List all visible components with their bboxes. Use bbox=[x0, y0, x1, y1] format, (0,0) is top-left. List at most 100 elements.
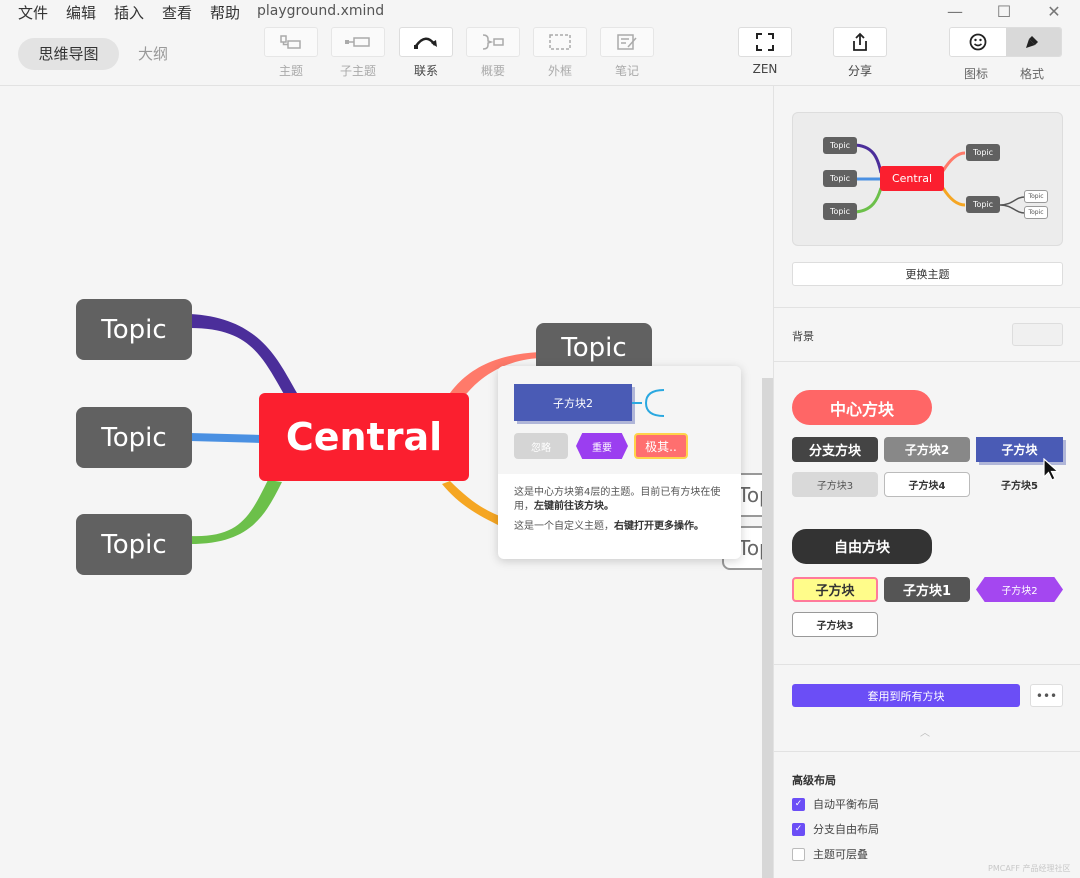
chip-critical: 极其.. bbox=[634, 433, 688, 459]
format-label: 格式 bbox=[1020, 67, 1045, 81]
tab-mindmap[interactable]: 思维导图 bbox=[18, 38, 119, 70]
stackable-label: 主题可层叠 bbox=[813, 848, 868, 861]
branch-line-mid-left bbox=[190, 433, 262, 443]
check-icon[interactable]: ✓ bbox=[792, 822, 805, 836]
preview-subtopic-1: Topic bbox=[1024, 190, 1048, 203]
tooltip-description: 这是中心方块第4层的主题。目前已有方块在使用，左键前往该方块。 这是一个自定义主… bbox=[498, 474, 741, 534]
menu-file[interactable]: 文件 bbox=[18, 2, 48, 23]
desc2-bold: 右键打开更多操作。 bbox=[614, 521, 704, 532]
menu-bar: 文件 编辑 插入 查看 帮助 playground.xmind — ☐ ✕ bbox=[0, 0, 1080, 24]
desc2-text: 这是一个自定义主题， bbox=[514, 521, 614, 532]
icons-tab[interactable] bbox=[950, 28, 1006, 56]
topic-left-1[interactable]: Topic bbox=[76, 299, 192, 360]
subtopic-icon bbox=[345, 37, 370, 47]
sub-block-4-style[interactable]: 子方块4 bbox=[884, 472, 970, 497]
branch-line-top-left bbox=[190, 314, 300, 398]
relationship-icon bbox=[414, 37, 437, 49]
free-sub-block-1-style[interactable]: 子方块1 bbox=[884, 577, 970, 602]
theme-preview[interactable]: Topic Topic Topic Central Topic Topic To… bbox=[792, 112, 1063, 246]
format-toggle-group bbox=[949, 27, 1062, 57]
chip-important: 重要 bbox=[576, 433, 628, 459]
preview-subtopic-2: Topic bbox=[1024, 206, 1048, 219]
theme-block-tooltip: 子方块2 忽略 重要 极其.. 这是中心方块第4层的主题。目前已有方块在使用，左… bbox=[498, 366, 741, 559]
topic-left-2[interactable]: Topic bbox=[76, 407, 192, 468]
collapse-up-icon[interactable]: ︿ bbox=[920, 724, 930, 739]
relationship-button[interactable]: 联系 bbox=[399, 27, 453, 79]
advanced-layout-title: 高级布局 bbox=[792, 774, 836, 787]
divider bbox=[774, 751, 1080, 752]
note-button[interactable]: 笔记 bbox=[600, 27, 654, 79]
share-button[interactable]: 分享 bbox=[833, 27, 887, 79]
preview-topic-1: Topic bbox=[823, 137, 857, 154]
boundary-icon bbox=[549, 34, 571, 50]
preview-topic-5: Topic bbox=[966, 196, 1000, 213]
note-icon bbox=[617, 34, 637, 50]
preview-block: 子方块2 bbox=[514, 384, 632, 421]
background-color-swatch[interactable] bbox=[1012, 323, 1063, 346]
topic-button[interactable]: 主题 bbox=[264, 27, 318, 79]
topic-icon bbox=[280, 35, 301, 49]
free-sub-block-2-style[interactable]: 子方块2 bbox=[976, 577, 1063, 602]
desc1-bold: 左键前往该方块。 bbox=[534, 501, 614, 512]
subtopic-button[interactable]: 子主题 bbox=[331, 27, 385, 79]
relationship-label: 联系 bbox=[413, 64, 438, 78]
tab-outline[interactable]: 大纲 bbox=[128, 38, 178, 70]
auto-balance-checkbox-row[interactable]: ✓ 自动平衡布局 bbox=[792, 796, 879, 812]
tooltip-preview: 子方块2 忽略 重要 极其.. bbox=[498, 366, 741, 474]
apply-all-button[interactable]: 套用到所有方块 bbox=[792, 684, 1020, 707]
more-button[interactable]: ••• bbox=[1030, 684, 1063, 707]
branch-free-checkbox-row[interactable]: ✓ 分支自由布局 bbox=[792, 821, 879, 837]
background-label: 背景 bbox=[792, 330, 814, 343]
file-name: playground.xmind bbox=[257, 3, 385, 19]
sub-block-2-style[interactable]: 子方块2 bbox=[884, 437, 970, 462]
summary-button[interactable]: 概要 bbox=[466, 27, 520, 79]
topic-left-3[interactable]: Topic bbox=[76, 514, 192, 575]
change-theme-button[interactable]: 更换主题 bbox=[792, 262, 1063, 286]
toolbar: 思维导图 大纲 主题 子主题 联系 概要 外框 笔记 ZEN 分享 图标 格式 bbox=[0, 24, 1080, 86]
free-block-style[interactable]: 自由方块 bbox=[792, 529, 932, 564]
share-label: 分享 bbox=[847, 64, 872, 78]
boundary-button[interactable]: 外框 bbox=[533, 27, 587, 79]
zen-button[interactable]: ZEN bbox=[738, 27, 792, 76]
chip-ignore: 忽略 bbox=[514, 433, 568, 459]
preview-central: Central bbox=[880, 166, 944, 191]
close-icon[interactable]: ✕ bbox=[1044, 2, 1064, 21]
summary-brace-icon bbox=[632, 389, 665, 417]
stackable-checkbox-row[interactable]: 主题可层叠 bbox=[792, 846, 868, 862]
menu-insert[interactable]: 插入 bbox=[114, 2, 144, 23]
menu-help[interactable]: 帮助 bbox=[210, 2, 240, 23]
menu-view[interactable]: 查看 bbox=[162, 2, 192, 23]
watermark: PMCAFF 产品经理社区 bbox=[988, 864, 1071, 873]
maximize-icon[interactable]: ☐ bbox=[994, 2, 1014, 21]
preview-topic-4: Topic bbox=[966, 144, 1000, 161]
free-sub-block-3-style[interactable]: 子方块3 bbox=[792, 612, 878, 637]
auto-balance-label: 自动平衡布局 bbox=[813, 798, 879, 811]
branch-free-label: 分支自由布局 bbox=[813, 823, 879, 836]
share-icon bbox=[853, 32, 867, 51]
free-sub-block-style[interactable]: 子方块 bbox=[792, 577, 878, 602]
sub-block-3-style[interactable]: 子方块3 bbox=[792, 472, 878, 497]
boundary-label: 外框 bbox=[547, 64, 572, 78]
fullscreen-icon bbox=[756, 33, 774, 51]
brush-icon bbox=[1026, 36, 1039, 48]
minimize-icon[interactable]: — bbox=[945, 2, 965, 21]
central-topic[interactable]: Central bbox=[259, 393, 469, 481]
icons-label: 图标 bbox=[964, 67, 989, 81]
unchecked-box-icon[interactable] bbox=[792, 847, 805, 861]
central-block-style[interactable]: 中心方块 bbox=[792, 390, 932, 425]
zen-label: ZEN bbox=[752, 62, 778, 76]
branch-line-bottom-right bbox=[442, 481, 505, 526]
branch-line-bottom-left bbox=[190, 480, 282, 544]
branch-block-style[interactable]: 分支方块 bbox=[792, 437, 878, 462]
preview-topic-2: Topic bbox=[823, 170, 857, 187]
format-tab[interactable] bbox=[1005, 28, 1061, 56]
menu-edit[interactable]: 编辑 bbox=[66, 2, 96, 23]
theme-section: Topic Topic Topic Central Topic Topic To… bbox=[774, 86, 1080, 308]
topic-label: 主题 bbox=[278, 64, 303, 78]
mouse-cursor-icon bbox=[1043, 458, 1060, 481]
summary-label: 概要 bbox=[480, 64, 505, 78]
check-icon[interactable]: ✓ bbox=[792, 797, 805, 811]
preview-topic-3: Topic bbox=[823, 203, 857, 220]
note-label: 笔记 bbox=[614, 64, 639, 78]
canvas-scrollbar[interactable] bbox=[762, 378, 773, 878]
